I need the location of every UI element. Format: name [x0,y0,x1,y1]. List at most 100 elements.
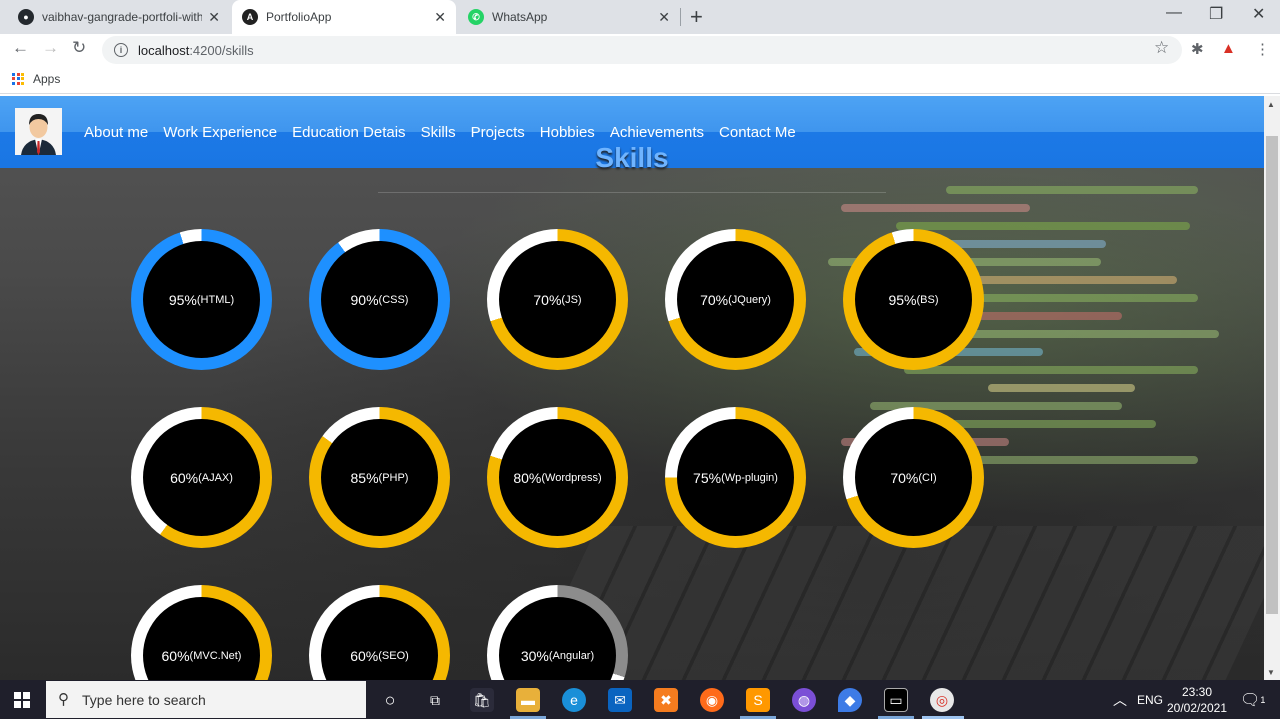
edge-icon[interactable]: e [562,688,586,712]
minimize-icon[interactable]: — [1166,4,1182,22]
extension-icon[interactable]: ▲ [1221,40,1236,57]
skill-percent: 70% [533,291,562,308]
page-scrollbar[interactable]: ▲ ▼ [1264,96,1280,680]
url-path: :4200/skills [189,42,254,58]
skill-percent: 95% [168,291,197,308]
tray-chevron-icon[interactable]: ︿ [1113,680,1127,719]
skill-name: (Angular) [548,649,595,662]
notification-count: 1 [1260,694,1266,705]
skill-ring: 85% (PHP) [309,407,450,548]
skill-percent: 60% [161,647,190,664]
skill-label: 60% (SEO) [321,597,438,680]
skill-name: (Wp-plugin) [721,471,778,484]
search-placeholder: Type here to search [82,691,206,708]
nav-work-experience[interactable]: Work Experience [163,124,277,141]
clock[interactable]: 23:30 20/02/2021 [1167,680,1227,719]
mail-icon[interactable]: ✉ [608,688,632,712]
skill-ring: 60% (AJAX) [131,407,272,548]
skill-name: (CSS) [378,293,409,306]
skill-percent: 80% [513,469,542,486]
new-tab-button[interactable]: + [690,4,703,30]
nav-about-me[interactable]: About me [84,124,148,141]
tab-title: PortfolioApp [266,10,332,24]
tab-github[interactable]: ● vaibhav-gangrade-portfoli-with-j ✕ [8,0,230,34]
sublime-text-icon[interactable]: S [746,688,770,712]
tab-whatsapp[interactable]: ✆ WhatsApp ✕ [458,0,680,34]
skill-name: (JQuery) [728,293,771,306]
tab-portfolioapp[interactable]: A PortfolioApp ✕ [232,0,456,34]
skill-label: 85% (PHP) [321,419,438,536]
task-view-icon[interactable]: ⧉ [423,688,447,712]
browser-toolbar: ← → ↻ i localhost:4200/skills [0,34,1280,64]
page-title: Skills [595,142,669,173]
skill-percent: 70% [700,291,729,308]
skill-label: 60% (AJAX) [143,419,260,536]
skill-ring: 80% (Wordpress) [487,407,628,548]
maximize-icon[interactable]: ❐ [1209,4,1223,24]
title-underline [378,192,886,193]
forward-icon[interactable]: → [42,38,59,58]
skill-percent: 60% [350,647,379,664]
skill-name: (Wordpress) [541,471,602,484]
nav-hobbies[interactable]: Hobbies [540,124,595,141]
address-bar[interactable]: i localhost:4200/skills [102,36,1182,64]
bookmark-star-icon[interactable]: ☆ [1154,38,1169,58]
nav-projects[interactable]: Projects [471,124,525,141]
skill-ring: 95% (BS) [843,229,984,370]
skill-percent: 85% [350,469,379,486]
scroll-up-icon[interactable]: ▲ [1267,100,1275,109]
skill-ring: 70% (JQuery) [665,229,806,370]
reload-icon[interactable]: ↻ [72,38,86,58]
tab-strip: ● vaibhav-gangrade-portfoli-with-j ✕ A P… [0,0,1280,34]
skill-label: 95% (HTML) [143,241,260,358]
skill-ring: 60% (MVC.Net) [131,585,272,680]
nav-education-details[interactable]: Education Detais [292,124,405,141]
windows-start-icon[interactable] [14,692,30,708]
close-window-icon[interactable]: ✕ [1252,4,1265,24]
bookmarks-bar: Apps [0,64,1280,94]
browser-chrome: ● vaibhav-gangrade-portfoli-with-j ✕ A P… [0,0,1280,96]
windows-taskbar: ⚲ Type here to search ○ ⧉ 🛍 ▬ e ✉ ✖ ◉ S … [0,680,1280,719]
notification-icon[interactable]: 🗨 1 [1240,680,1265,719]
close-icon[interactable]: ✕ [658,9,670,26]
nav-links: About me Work Experience Education Detai… [84,124,796,141]
firefox-icon[interactable]: ◉ [700,688,724,712]
nav-skills[interactable]: Skills [421,124,456,141]
file-explorer-icon[interactable]: ▬ [516,688,540,712]
close-icon[interactable]: ✕ [208,9,220,26]
skill-name: (PHP) [378,471,409,484]
close-icon[interactable]: ✕ [434,9,446,26]
terminal-icon[interactable]: ▭ [884,688,908,712]
info-icon[interactable]: i [114,43,128,57]
xampp-icon[interactable]: ✖ [654,688,678,712]
github-desktop-icon[interactable]: ◍ [792,688,816,712]
scroll-down-icon[interactable]: ▼ [1267,668,1275,677]
taskbar-search[interactable]: ⚲ Type here to search [46,681,366,718]
scrollbar-thumb[interactable] [1266,136,1278,614]
skill-name: (AJAX) [198,471,233,484]
search-icon: ⚲ [58,691,69,708]
skill-ring: 70% (CI) [843,407,984,548]
nav-contact-me[interactable]: Contact Me [719,124,796,141]
skill-ring: 60% (SEO) [309,585,450,680]
skill-percent: 60% [170,469,199,486]
skill-name: (HTML) [196,293,235,306]
skill-name: (JS) [561,293,582,306]
chrome-icon[interactable]: ◎ [930,688,954,712]
skill-name: (CI) [918,471,937,484]
nav-achievements[interactable]: Achievements [610,124,704,141]
skill-ring: 95% (HTML) [131,229,272,370]
menu-icon[interactable]: ⋮ [1255,40,1270,58]
extensions-icon[interactable]: ✱ [1191,40,1204,58]
apps-icon[interactable] [12,72,24,85]
cortana-icon[interactable]: ○ [378,688,402,712]
background-keyboard [522,526,1264,680]
language-indicator[interactable]: ENG [1137,680,1163,719]
skill-percent: 95% [888,291,917,308]
droplet-app-icon[interactable]: ◆ [838,688,862,712]
apps-bookmark[interactable]: Apps [33,72,60,86]
skill-label: 95% (BS) [855,241,972,358]
tab-title: vaibhav-gangrade-portfoli-with-j [42,10,203,24]
back-icon[interactable]: ← [12,38,29,58]
store-icon[interactable]: 🛍 [470,688,494,712]
